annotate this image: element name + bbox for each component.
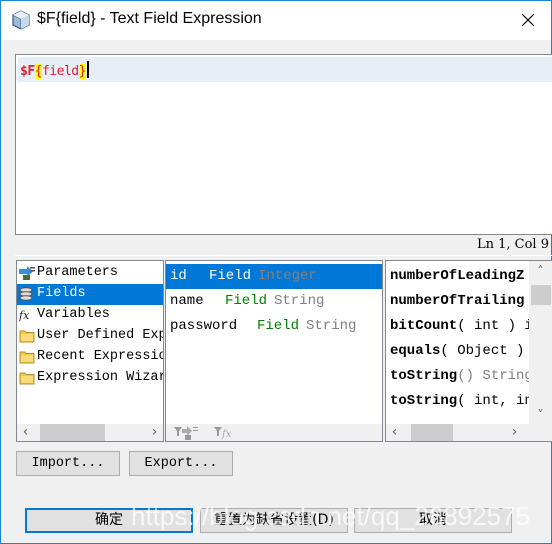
field-row[interactable]: password Field String [166, 314, 382, 339]
title-bar[interactable]: $F{field} - Text Field Expression [1, 1, 551, 40]
method-name: toString [390, 368, 458, 384]
field-name: name [170, 293, 204, 309]
scrollbar-thumb[interactable] [40, 424, 105, 441]
category-item-recent[interactable]: Recent Expressio [17, 347, 163, 368]
method-row[interactable]: toString() String [390, 364, 530, 389]
current-line-highlight: $F{field} [18, 57, 552, 82]
scroll-up-icon[interactable]: ˄ [532, 263, 549, 280]
cancel-button[interactable]: 取消 [354, 508, 512, 533]
svg-text:fx: fx [221, 429, 232, 440]
close-icon[interactable] [517, 9, 539, 31]
cursor-position-status: Ln 1, Col 9 [476, 237, 549, 252]
category-item-user-defined[interactable]: User Defined Exp [17, 326, 163, 347]
export-button[interactable]: Export... [129, 451, 233, 476]
field-type: String [306, 318, 357, 334]
category-item-wizard[interactable]: Expression Wizar [17, 368, 163, 389]
category-item-parameters[interactable]: Parameters [17, 263, 163, 284]
dialog-window: $F{field} - Text Field Expression $F{fie… [0, 0, 552, 544]
fx-icon: fx [19, 309, 30, 322]
window-title: $F{field} - Text Field Expression [37, 10, 262, 27]
field-kind: Field [225, 293, 268, 309]
method-list[interactable]: numberOfLeadingZ numberOfTrailing bitCou… [385, 260, 552, 442]
method-name: numberOfTrailing [390, 293, 525, 309]
method-name: bitCount [390, 318, 458, 334]
field-list[interactable]: id Field Integer name Field String passw… [165, 260, 383, 442]
method-row[interactable]: equals( Object ) [390, 339, 530, 364]
cube-icon [12, 10, 30, 30]
method-args: ( int, in [457, 393, 530, 409]
text-caret [86, 61, 89, 78]
method-args: () String [457, 368, 530, 384]
scrollbar-thumb[interactable] [531, 285, 551, 305]
category-item-variables[interactable]: fx Variables [17, 305, 163, 326]
method-row[interactable]: bitCount( int ) i [390, 314, 530, 339]
scroll-right-icon[interactable]: › [146, 424, 163, 441]
reset-defaults-button[interactable]: 重置为缺省设置(D) [200, 508, 348, 533]
category-item-fields[interactable]: Fields [17, 284, 163, 305]
divider [15, 255, 552, 256]
filter-fx-icon[interactable]: fx [214, 425, 238, 441]
method-row[interactable]: toString( int, in [390, 389, 530, 414]
method-args: ( Object ) [440, 343, 530, 359]
method-row[interactable]: numberOfTrailing [390, 289, 530, 314]
method-row[interactable]: numberOfLeadingZ [390, 264, 530, 289]
folder-icon [19, 330, 35, 343]
expression-editor[interactable]: $F{field} [15, 54, 552, 235]
expression-text: $F{field} [20, 61, 89, 79]
open-brace: { [34, 64, 43, 79]
import-button[interactable]: Import... [16, 451, 120, 476]
svg-text:fx: fx [19, 309, 30, 322]
category-list[interactable]: Parameters Fields fx Variables User Defi… [16, 260, 164, 442]
field-toolbar: fx [166, 424, 382, 441]
category-label: User Defined Exp [37, 328, 163, 343]
field-type: String [274, 293, 325, 309]
scroll-left-icon[interactable]: ‹ [17, 424, 34, 441]
filter-parameters-icon[interactable] [174, 425, 200, 441]
fields-icon [19, 287, 33, 301]
category-label: Expression Wizar [37, 370, 163, 385]
field-type: Integer [258, 268, 317, 284]
ok-button[interactable]: 确定 [25, 508, 193, 533]
field-prefix: $F [20, 64, 35, 79]
field-row[interactable]: id Field Integer [166, 264, 382, 289]
field-kind: Field [257, 318, 300, 334]
folder-icon [19, 351, 35, 364]
field-row[interactable]: name Field String [166, 289, 382, 314]
scrollbar-thumb[interactable] [411, 424, 453, 441]
field-name: password [170, 318, 238, 334]
method-name: toString [390, 393, 458, 409]
parameters-icon [19, 266, 35, 280]
field-name-token: field [41, 64, 79, 79]
field-name: id [170, 268, 187, 284]
close-brace: } [78, 64, 86, 79]
scroll-right-icon[interactable]: › [506, 424, 523, 441]
folder-icon [19, 372, 35, 385]
category-label: Parameters [37, 265, 119, 280]
method-name: equals [390, 343, 441, 359]
method-args: ( int ) i [457, 318, 530, 334]
horizontal-scrollbar[interactable]: ‹ › [17, 424, 163, 441]
category-label: Fields [37, 286, 86, 301]
method-name: numberOfLeadingZ [390, 268, 525, 284]
horizontal-scrollbar[interactable]: ‹ › [386, 424, 552, 441]
category-label: Recent Expressio [37, 349, 163, 364]
scroll-down-icon[interactable]: ˅ [532, 407, 549, 424]
vertical-scrollbar[interactable]: ˄ ˅ [529, 261, 552, 424]
category-label: Variables [37, 307, 110, 322]
scroll-left-icon[interactable]: ‹ [386, 424, 403, 441]
field-kind: Field [209, 268, 252, 284]
